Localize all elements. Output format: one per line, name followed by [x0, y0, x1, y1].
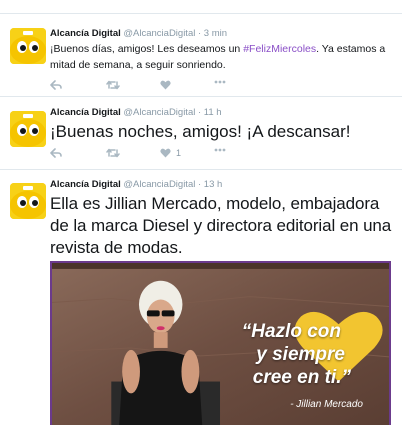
avatar-coin-icon [10, 28, 46, 64]
quote-line: cree en ti.” [252, 367, 351, 388]
tweet-text: Ella es Jillian Mercado, modelo, embajad… [50, 194, 392, 257]
reply-icon [50, 80, 62, 90]
reply-button[interactable] [50, 148, 62, 158]
avatar[interactable] [10, 28, 46, 64]
author-handle[interactable]: @AlcanciaDigital [123, 179, 195, 190]
reply-icon [50, 148, 62, 158]
tweet-media-image[interactable]: “Hazlo con y siempre cree en ti.” - Jill… [50, 261, 391, 425]
tweet-header: Alcancía Digital @AlcanciaDigital · 13 h [50, 179, 222, 190]
quote-line: y siempre [256, 344, 345, 365]
more-icon [214, 148, 226, 152]
like-icon [160, 80, 171, 90]
like-button[interactable]: 1 [160, 148, 181, 158]
tweet-header: Alcancía Digital @AlcanciaDigital · 11 h [50, 107, 222, 118]
tweet-text-part: ¡Buenos días, amigos! Les deseamos un [50, 43, 244, 55]
more-button[interactable] [214, 80, 226, 84]
retweet-icon [106, 80, 120, 90]
tweet-text: ¡Buenas noches, amigos! ¡A descansar! [50, 122, 351, 141]
retweet-icon [106, 148, 120, 158]
retweet-button[interactable] [106, 148, 120, 158]
separator: · [197, 179, 202, 190]
separator: · [197, 28, 202, 39]
avatar-coin-icon [10, 111, 46, 147]
retweet-button[interactable] [106, 80, 120, 90]
tweet[interactable]: Alcancía Digital @AlcanciaDigital · 11 h… [0, 98, 402, 170]
hashtag-link[interactable]: #FelizMiercoles [243, 43, 316, 55]
quote-author: - Jillian Mercado [290, 399, 363, 410]
author-name[interactable]: Alcancía Digital [50, 179, 121, 190]
separator: · [197, 107, 202, 118]
author-handle[interactable]: @AlcanciaDigital [123, 107, 195, 118]
more-icon [214, 80, 226, 84]
tweet-text: ¡Buenos días, amigos! Les deseamos un #F… [50, 41, 392, 73]
like-icon [160, 148, 171, 158]
author-name[interactable]: Alcancía Digital [50, 28, 121, 39]
like-count: 1 [176, 148, 182, 158]
tweet[interactable]: Alcancía Digital @AlcanciaDigital · 3 mi… [0, 13, 402, 97]
timestamp[interactable]: 11 h [204, 107, 222, 118]
more-button[interactable] [214, 148, 226, 152]
timestamp[interactable]: 3 min [204, 28, 227, 39]
tweet-header: Alcancía Digital @AlcanciaDigital · 3 mi… [50, 28, 227, 39]
quote-line: “Hazlo con [241, 321, 341, 342]
timeline: Alcancía Digital @AlcanciaDigital · 3 mi… [0, 0, 402, 425]
tweet[interactable]: Alcancía Digital @AlcanciaDigital · 13 h… [0, 171, 402, 425]
avatar[interactable] [10, 183, 46, 219]
timestamp[interactable]: 13 h [204, 179, 223, 190]
author-name[interactable]: Alcancía Digital [50, 107, 121, 118]
avatar[interactable] [10, 111, 46, 147]
like-button[interactable] [160, 80, 176, 90]
reply-button[interactable] [50, 80, 62, 90]
avatar-coin-icon [10, 183, 46, 219]
author-handle[interactable]: @AlcanciaDigital [123, 28, 195, 39]
